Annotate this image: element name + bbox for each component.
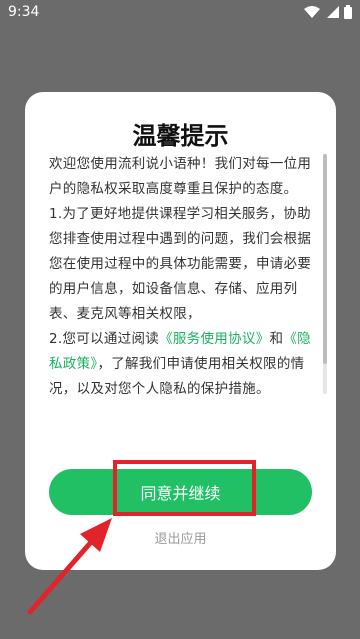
annotation-arrow-icon	[27, 518, 112, 615]
